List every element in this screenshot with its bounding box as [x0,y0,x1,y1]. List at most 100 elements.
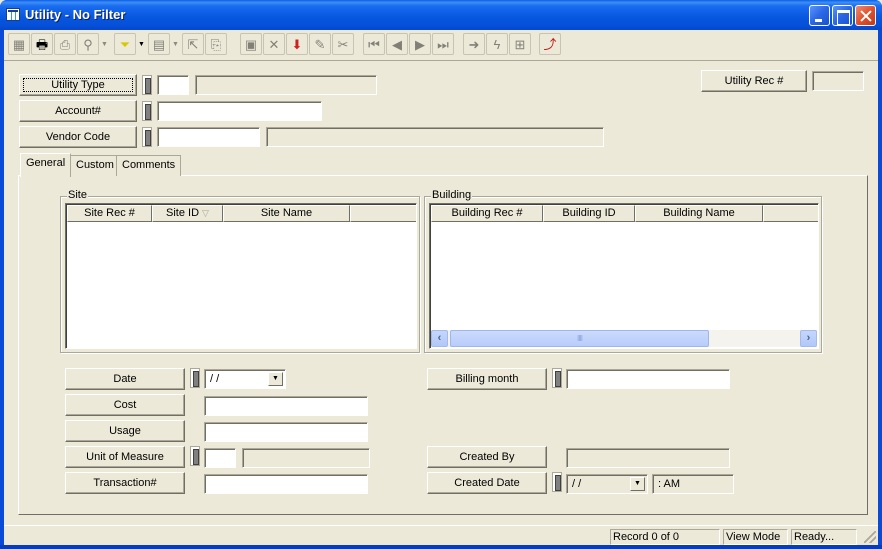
report-icon: ▤ [152,36,166,52]
utility-type-lookup-icon[interactable] [142,75,152,95]
utility-rec-button[interactable]: Utility Rec # [701,70,807,92]
preview-button[interactable]: ⎙ [54,33,76,55]
window-frame-bottom [0,545,882,549]
column-header-building-name[interactable]: Building Name [635,205,763,222]
pencil-icon: ✎ [314,36,326,52]
column-label: Building ID [562,207,616,219]
transaction-input[interactable] [204,474,368,494]
usage-button[interactable]: Usage [65,420,185,442]
tab-comments[interactable]: Comments [116,155,182,176]
column-header-site-id[interactable]: Site ID ▽ [152,205,223,222]
billing-month-lookup-icon[interactable] [552,368,562,388]
filter-button[interactable]: ⏷ [114,33,136,55]
date-value: / / [210,373,220,385]
account-input[interactable] [157,101,322,121]
new-button[interactable]: ⬇ [286,33,308,55]
report-dropdown-arrow-icon[interactable]: ▼ [171,33,180,55]
column-header-building-rec[interactable]: Building Rec # [431,205,543,222]
cost-button[interactable]: Cost [65,394,185,416]
utility-type-code-input[interactable] [157,75,189,95]
cut-button[interactable]: ✂ [332,33,354,55]
scroll-right-icon[interactable]: › [800,330,817,347]
column-label: Building Name [663,207,735,219]
site-groupbox: Site Site Rec # Site ID ▽ Site Name [60,189,420,353]
account-lookup-icon[interactable] [142,101,152,121]
report-button[interactable]: ▤ [148,33,170,55]
export-button[interactable]: ⇱ [182,33,204,55]
dropdown-arrow-icon[interactable]: ▼ [630,477,645,491]
date-lookup-icon[interactable] [190,368,200,388]
created-by-button[interactable]: Created By [427,446,547,468]
find-dropdown-arrow-icon[interactable]: ▼ [100,33,109,55]
mode-status: View Mode [723,529,788,545]
window-title: Utility - No Filter [25,7,126,22]
save-button[interactable]: ▣ [240,33,262,55]
scissors-icon: ✂ [337,36,349,52]
printer-icon: 🖶 [35,36,49,52]
attach-button[interactable]: ⎘ [205,33,227,55]
save-icon: ▣ [244,36,258,52]
vendor-code-lookup-icon[interactable] [142,127,152,147]
unit-of-measure-lookup-icon[interactable] [190,446,200,466]
select-all-button[interactable]: ▦ [8,33,30,55]
exit-button[interactable]: ⤴ [539,33,561,55]
building-groupbox: Building Building Rec # Building ID Buil… [424,189,822,353]
unit-of-measure-button[interactable]: Unit of Measure [65,446,185,468]
column-header-site-name[interactable]: Site Name [223,205,350,222]
minimize-button[interactable] [809,5,830,26]
first-button[interactable]: ⏮ [363,33,385,55]
title-bar[interactable]: Utility - No Filter [0,0,882,30]
filter-funnel-icon: ⏷ [119,36,131,52]
scroll-left-icon[interactable]: ‹ [431,330,448,347]
date-picker[interactable]: / / ▼ [204,369,286,389]
filter-dropdown-arrow-icon[interactable]: ▼ [137,33,146,55]
tree-button[interactable]: ⊞ [509,33,531,55]
edit-button[interactable]: ✎ [309,33,331,55]
tab-general[interactable]: General [20,153,72,177]
account-button[interactable]: Account# [19,100,137,122]
column-header-site-rec[interactable]: Site Rec # [67,205,152,222]
next-button[interactable]: ▶ [409,33,431,55]
created-date-button[interactable]: Created Date [427,472,547,494]
vendor-code-input[interactable] [157,127,260,147]
usage-input[interactable] [204,422,368,442]
date-button[interactable]: Date [65,368,185,390]
find-button[interactable]: ⚲ [77,33,99,55]
column-label: Site Name [260,207,313,219]
tab-custom[interactable]: Custom [70,155,120,176]
maximize-button[interactable] [832,5,853,26]
last-button[interactable]: ⏭ [432,33,454,55]
created-date-lookup-icon[interactable] [552,472,562,492]
go-button[interactable]: ➜ [463,33,485,55]
created-by-value [566,448,730,468]
close-button[interactable] [855,5,876,26]
site-grid[interactable]: Site Rec # Site ID ▽ Site Name [65,203,417,349]
transaction-button[interactable]: Transaction# [65,472,185,494]
building-grid[interactable]: Building Rec # Building ID Building Name… [429,203,819,349]
column-label: Site Rec # [84,207,135,219]
column-header-blank[interactable] [763,205,818,222]
record-count-status: Record 0 of 0 [610,529,720,545]
scroll-thumb[interactable]: IIII [450,330,709,347]
table-app-icon [6,8,20,21]
first-record-icon: ⏮ [368,36,380,52]
lightning-icon: ϟ [493,36,501,52]
cost-input[interactable] [204,396,368,416]
building-horizontal-scrollbar[interactable]: ‹ IIII › [431,330,817,347]
utility-type-button[interactable]: Utility Type [19,74,137,96]
print-button[interactable]: 🖶 [31,33,53,55]
delete-button[interactable]: ✕ [263,33,285,55]
tree-icon: ⊞ [514,36,526,52]
vendor-code-button[interactable]: Vendor Code [19,126,137,148]
column-header-blank[interactable] [350,205,416,222]
column-header-building-id[interactable]: Building ID [543,205,635,222]
export-icon: ⇱ [187,36,199,52]
resize-grip-icon[interactable] [864,531,876,543]
lightning-button[interactable]: ϟ [486,33,508,55]
billing-month-input[interactable] [566,369,730,389]
billing-month-button[interactable]: Billing month [427,368,547,390]
site-grid-header: Site Rec # Site ID ▽ Site Name [67,205,416,222]
unit-of-measure-code-input[interactable] [204,448,236,468]
dropdown-arrow-icon[interactable]: ▼ [268,372,283,386]
previous-button[interactable]: ◀ [386,33,408,55]
